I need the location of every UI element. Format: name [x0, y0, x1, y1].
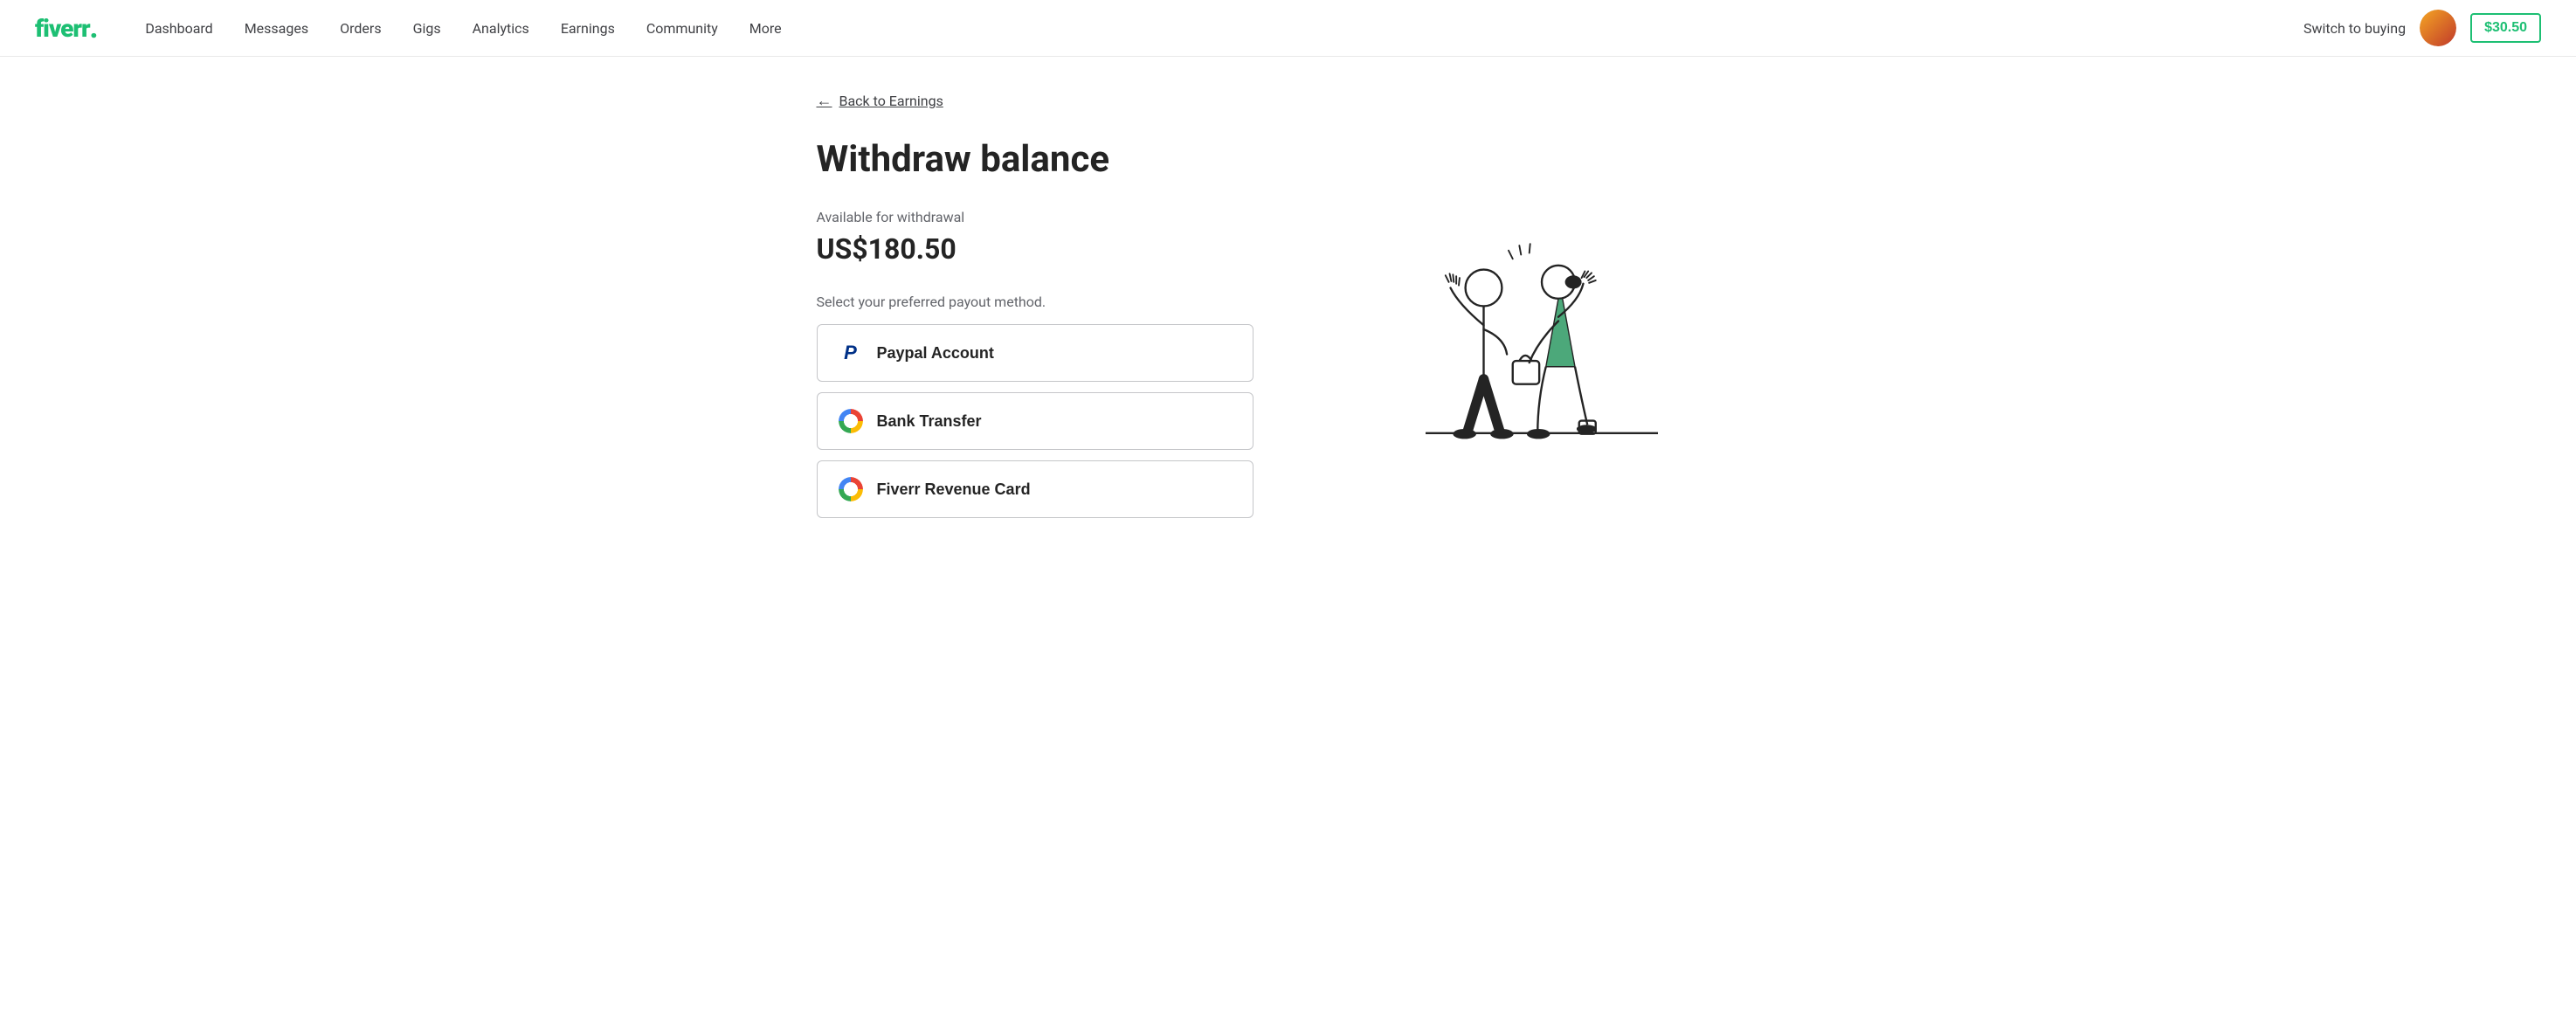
nav-links: Dashboard Messages Orders Gigs Analytics… [133, 13, 2303, 44]
fiverr-card-option-label: Fiverr Revenue Card [877, 480, 1031, 499]
celebration-illustration [1376, 156, 1708, 470]
withdrawal-amount: US$180.50 [817, 232, 1253, 266]
back-to-earnings-link[interactable]: ← Back to Earnings [817, 92, 1760, 110]
logo-dot: . [90, 11, 99, 45]
nav-messages[interactable]: Messages [232, 13, 321, 44]
balance-button[interactable]: $30.50 [2470, 13, 2541, 43]
bank-transfer-option-label: Bank Transfer [877, 412, 982, 431]
fiverr-card-icon [839, 477, 863, 501]
navbar: fiverr. Dashboard Messages Orders Gigs A… [0, 0, 2576, 57]
nav-analytics[interactable]: Analytics [460, 13, 542, 44]
left-section: Withdraw balance Available for withdrawa… [817, 138, 1253, 518]
back-link-label: Back to Earnings [839, 93, 943, 109]
paypal-option-label: Paypal Account [877, 344, 994, 363]
fiverr-revenue-card-option[interactable]: Fiverr Revenue Card [817, 460, 1253, 518]
logo-text: fiverr [35, 14, 90, 43]
available-label: Available for withdrawal [817, 209, 1253, 225]
navbar-right: Switch to buying $30.50 [2303, 10, 2541, 46]
avatar-image [2420, 10, 2456, 46]
switch-to-buying-link[interactable]: Switch to buying [2303, 20, 2406, 37]
fiverr-logo[interactable]: fiverr. [35, 11, 98, 45]
select-payout-label: Select your preferred payout method. [817, 294, 1253, 310]
nav-dashboard[interactable]: Dashboard [133, 13, 224, 44]
payout-options: P Paypal Account Bank Transfer Fiverr Re… [817, 324, 1253, 518]
main-content: ← Back to Earnings Withdraw balance Avai… [764, 57, 1813, 553]
right-section [1323, 138, 1760, 470]
nav-more[interactable]: More [737, 13, 794, 44]
avatar[interactable] [2420, 10, 2456, 46]
bank-transfer-icon [839, 409, 863, 433]
back-arrow-icon: ← [817, 92, 832, 110]
paypal-icon: P [839, 341, 863, 365]
nav-gigs[interactable]: Gigs [401, 13, 453, 44]
nav-earnings[interactable]: Earnings [549, 13, 627, 44]
page-layout: Withdraw balance Available for withdrawa… [817, 138, 1760, 518]
nav-orders[interactable]: Orders [328, 13, 393, 44]
bank-transfer-option[interactable]: Bank Transfer [817, 392, 1253, 450]
page-title: Withdraw balance [817, 138, 1253, 181]
nav-community[interactable]: Community [634, 13, 730, 44]
paypal-option[interactable]: P Paypal Account [817, 324, 1253, 382]
